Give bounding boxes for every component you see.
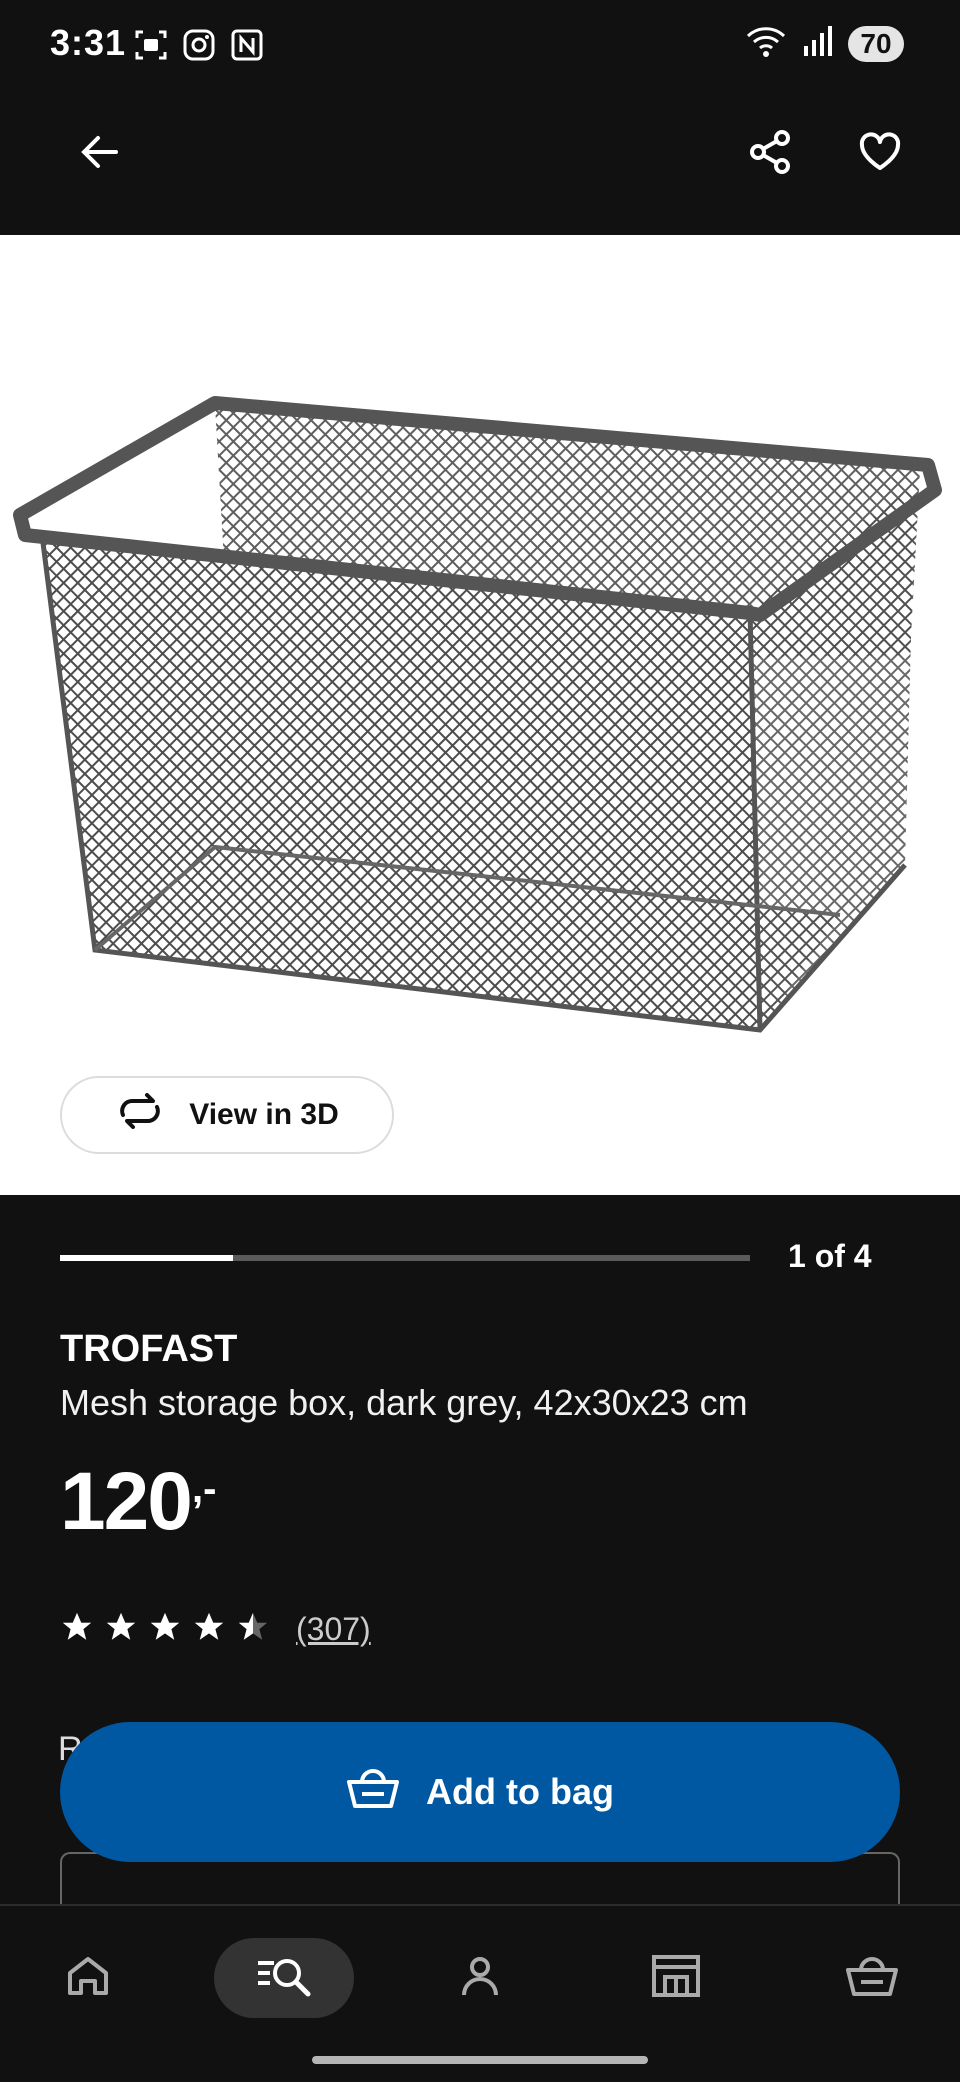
back-button[interactable] [60,114,140,194]
nfc-icon [230,28,264,67]
star-icon [60,1610,94,1649]
view-in-3d-button[interactable]: View in 3D [60,1076,394,1154]
heart-icon [856,128,904,181]
wifi-icon [746,24,786,63]
review-count-link[interactable]: (307) [296,1611,371,1648]
home-indicator[interactable] [312,2056,648,2064]
rotate-3d-icon [115,1093,165,1137]
product-price: 120 [60,1456,193,1547]
instagram-icon [182,28,216,67]
carousel-progress-fill [60,1255,233,1261]
product-image-carousel[interactable]: View in 3D [0,235,960,1195]
basket-icon [346,1766,400,1819]
profile-icon [457,1953,503,2004]
nav-bag[interactable] [822,1938,922,2018]
search-icon [255,1953,313,2004]
nav-home[interactable] [38,1938,138,2018]
product-description: Mesh storage box, dark grey, 42x30x23 cm [60,1382,748,1423]
status-time: 3:31 [50,22,127,63]
product-price-suffix: ,- [192,1467,217,1511]
status-icons-right: 70 [746,24,904,63]
favorite-button[interactable] [840,114,920,194]
battery-indicator: 70 [848,25,904,62]
store-icon [651,1953,701,2004]
rating-stars [60,1610,270,1649]
signal-icon [802,24,832,63]
basket-nav-icon [845,1954,899,2003]
status-icons-left [134,28,264,67]
carousel-page-counter: 1 of 4 [788,1238,872,1274]
app-bar [0,90,960,235]
home-icon [65,1953,111,2004]
nav-store[interactable] [626,1938,726,2018]
add-to-bag-button[interactable]: Add to bag [60,1722,900,1862]
product-rating[interactable]: (307) [60,1610,371,1649]
star-icon [148,1610,182,1649]
screenshot-icon [134,28,168,67]
star-icon [104,1610,138,1649]
view-in-3d-label: View in 3D [189,1098,339,1131]
star-icon [192,1610,226,1649]
add-to-bag-label: Add to bag [426,1771,614,1812]
arrow-left-icon [76,128,124,181]
nav-profile[interactable] [430,1938,530,2018]
status-bar: 3:31 70 [0,0,960,90]
star-icon [236,1610,270,1649]
share-button[interactable] [730,114,810,194]
carousel-progress [60,1255,750,1261]
product-brand: TROFAST [60,1328,238,1370]
share-icon [746,128,794,181]
product-image [13,396,942,1033]
nav-search[interactable] [214,1938,354,2018]
